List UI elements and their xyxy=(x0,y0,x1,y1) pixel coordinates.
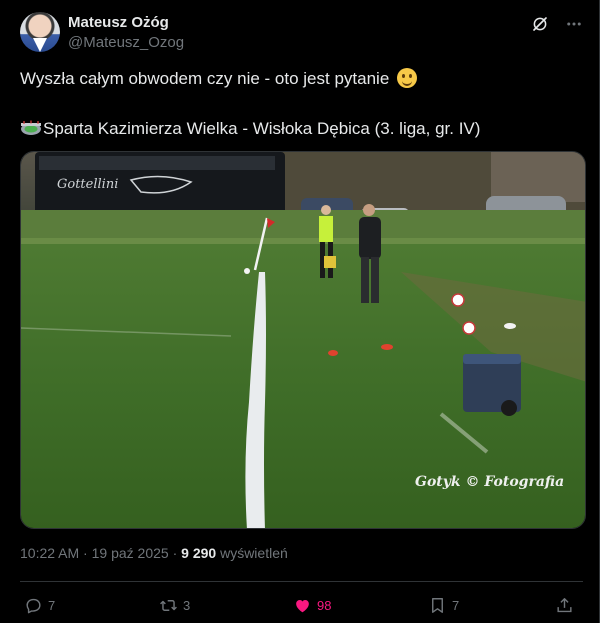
tweet-text-line-2: Sparta Kazimierza Wielka - Wisłoka Dębic… xyxy=(20,118,480,140)
tweet-meta: 10:22 AM · 19 paź 2025 · 9 290 wyświetle… xyxy=(20,545,288,561)
bus-lettering: Gottellini xyxy=(57,177,118,192)
tweet-text-line-1: Wyszła całym obwodem czy nie - oto jest … xyxy=(20,68,418,90)
meta-separator: · xyxy=(83,545,88,561)
like-count: 98 xyxy=(317,597,332,613)
grok-icon[interactable] xyxy=(531,15,549,33)
photo-watermark: Gotyk © Fotografia xyxy=(415,474,564,490)
tweet-text: Sparta Kazimierza Wielka - Wisłoka Dębic… xyxy=(43,119,481,138)
views-label: wyświetleń xyxy=(220,545,288,561)
reply-icon xyxy=(26,598,41,613)
tweet-photo[interactable]: Gottellini Gotyk © Fotografia xyxy=(20,151,586,529)
reply-count: 7 xyxy=(48,597,56,613)
tweet-time[interactable]: 10:22 AM xyxy=(20,545,79,561)
avatar[interactable] xyxy=(20,12,60,52)
tweet-card: Mateusz Ożóg @Mateusz_Ozog Wyszła całym … xyxy=(0,0,600,623)
meta-separator: · xyxy=(172,545,178,561)
bookmark-button[interactable]: 7 xyxy=(428,594,459,616)
bus-image: Gottellini xyxy=(35,152,285,214)
like-button[interactable]: 98 xyxy=(293,594,331,616)
bookmark-icon xyxy=(432,597,443,613)
bookmark-count: 7 xyxy=(452,597,460,613)
more-icon[interactable] xyxy=(565,15,583,33)
repost-count: 3 xyxy=(183,597,191,613)
action-bar: 7 3 98 7 xyxy=(20,592,583,618)
tweet-text: Wyszła całym obwodem czy nie - oto jest … xyxy=(20,69,390,88)
author-display-name[interactable]: Mateusz Ożóg xyxy=(68,14,169,31)
views-count: 9 290 xyxy=(181,545,217,561)
smile-emoji-icon xyxy=(397,68,418,88)
share-button[interactable] xyxy=(555,594,579,616)
reply-button[interactable]: 7 xyxy=(24,594,55,616)
divider xyxy=(20,581,583,582)
tweet-header: Mateusz Ożóg @Mateusz_Ozog xyxy=(20,12,583,56)
repost-icon xyxy=(160,599,177,611)
heart-icon xyxy=(296,599,309,612)
stadium-emoji-icon xyxy=(21,120,41,135)
repost-button[interactable]: 3 xyxy=(159,594,190,616)
author-handle[interactable]: @Mateusz_Ozog xyxy=(68,34,184,51)
share-icon xyxy=(557,597,572,612)
tweet-date[interactable]: 19 paź 2025 xyxy=(92,545,169,561)
